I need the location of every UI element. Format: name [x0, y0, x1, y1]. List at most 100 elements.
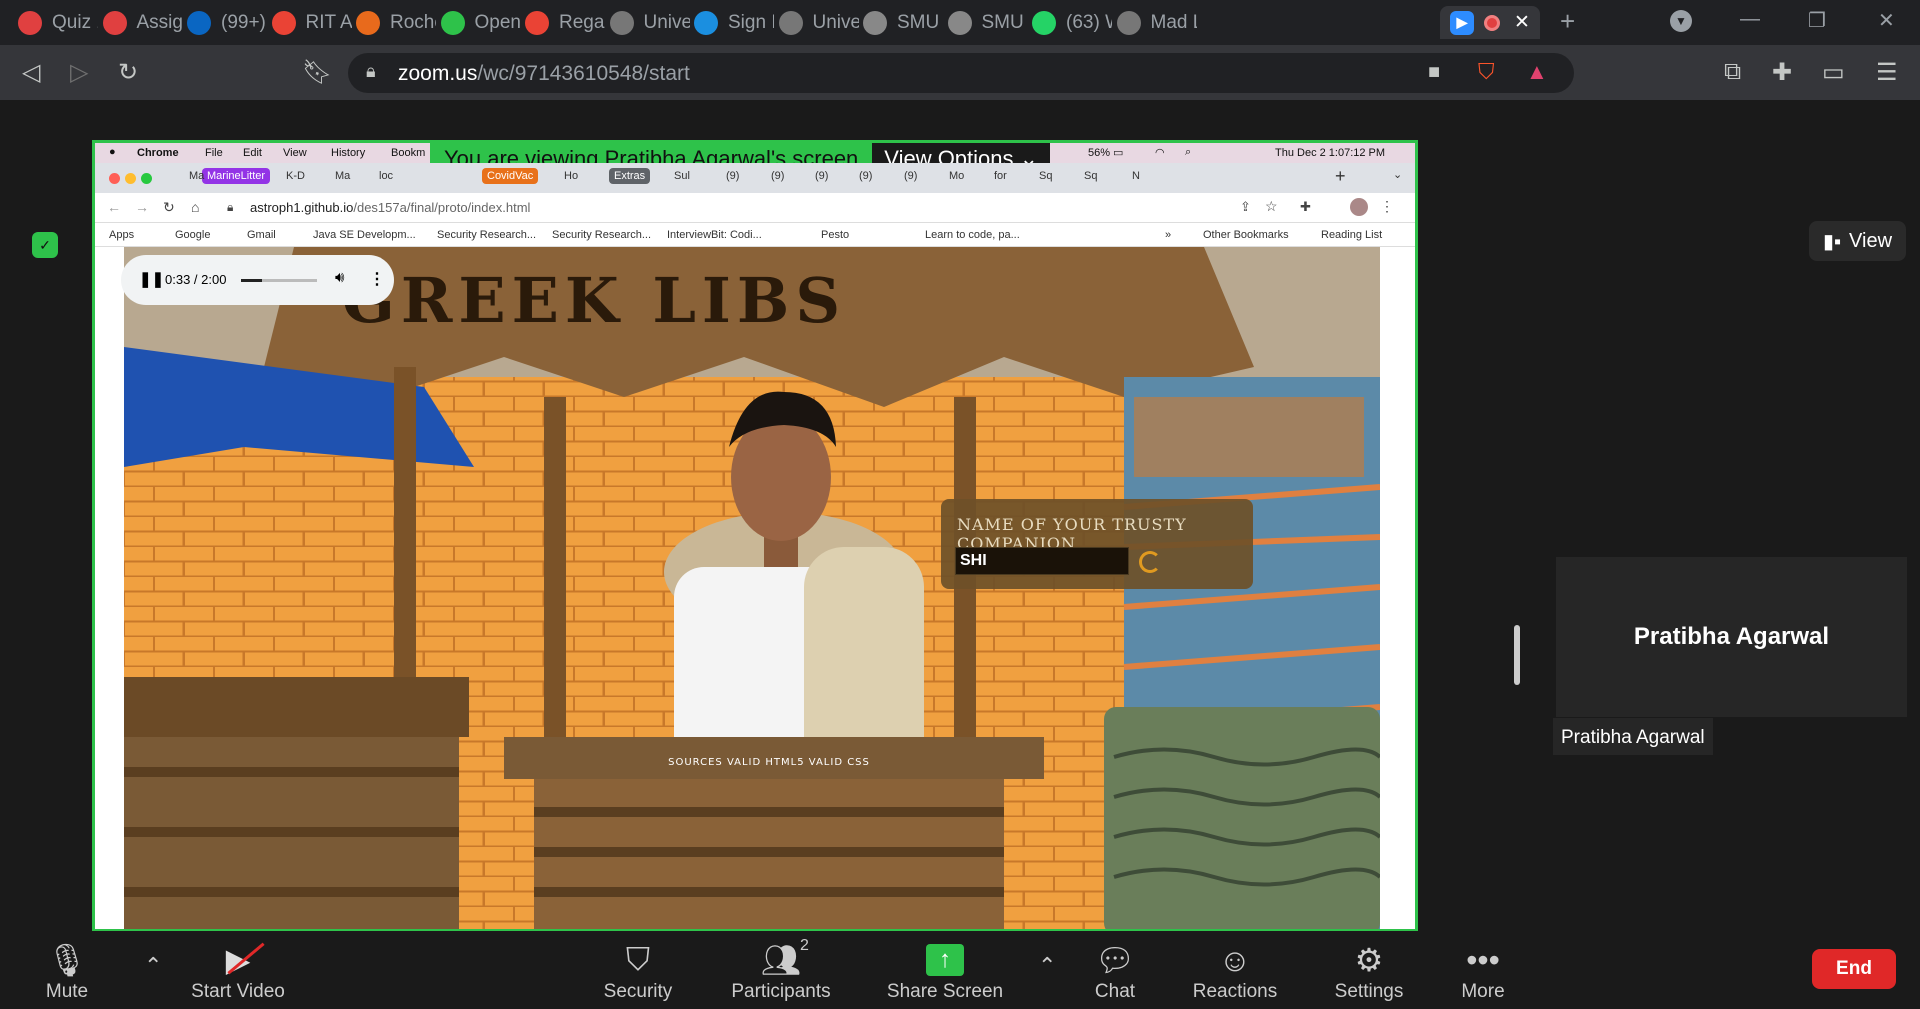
encryption-shield-icon[interactable]: ✓ [32, 232, 58, 258]
chrome-menu-icon[interactable]: ⋮ [1380, 198, 1394, 215]
chrome-tab[interactable]: Sq [1039, 170, 1052, 182]
bookmark-reading-list[interactable]: Reading List [1321, 229, 1382, 241]
reactions-button[interactable]: ☺ Reactions [1170, 939, 1300, 1003]
address-bar[interactable]: 🔒︎ zoom.us/wc/97143610548/start ■ ⛉ ▲ [348, 53, 1574, 93]
chrome-tab[interactable]: Ho [564, 170, 578, 182]
tab-search-icon[interactable]: ▼ [1670, 10, 1692, 32]
bookmark-item[interactable]: Apps [109, 229, 134, 241]
brave-rewards-icon[interactable]: ▲ [1526, 59, 1548, 85]
chrome-tab[interactable]: loc [379, 170, 393, 182]
chrome-forward-icon[interactable]: → [135, 199, 149, 215]
chrome-tab-search-icon[interactable]: ⌄ [1393, 168, 1402, 181]
browser-tab[interactable]: Unive [609, 6, 690, 39]
mute-button[interactable]: 🎙︎ Mute [2, 939, 132, 1003]
browser-tab[interactable]: Sign I [694, 6, 774, 39]
bookmark-item[interactable]: Google [175, 229, 210, 241]
chrome-url[interactable]: astroph1.github.io/des157a/final/proto/i… [250, 200, 530, 215]
puzzle-icon[interactable]: ✚ [1772, 58, 1792, 87]
browser-tab[interactable]: Quiz 1 [18, 6, 98, 39]
audio-seek-bar[interactable] [241, 279, 317, 282]
chrome-tab[interactable]: Sul [674, 170, 690, 182]
end-meeting-button[interactable]: End [1812, 949, 1896, 989]
participant-video-tile[interactable]: Pratibha Agarwal [1556, 557, 1907, 717]
participants-button[interactable]: 👥︎ 2 Participants [716, 937, 846, 1003]
panel-resize-handle[interactable] [1514, 625, 1520, 685]
minimize-icon[interactable]: — [1740, 8, 1760, 31]
bookmark-item[interactable]: Learn to code, pa... [925, 229, 1020, 241]
chrome-tab[interactable]: (9) [771, 170, 784, 182]
chrome-tab-group[interactable]: MarineLitter [202, 168, 271, 184]
browser-tab[interactable]: RIT Ac [271, 6, 352, 39]
chrome-tab-group[interactable]: CovidVac [482, 168, 539, 184]
chrome-tab-group[interactable]: Extras [609, 168, 651, 184]
bookmarks-overflow-icon[interactable]: » [1165, 229, 1171, 241]
more-button[interactable]: ••• More [1418, 939, 1548, 1003]
window-close-icon[interactable]: ✕ [1878, 8, 1895, 33]
chrome-reload-icon[interactable]: ↻ [163, 199, 175, 216]
audio-options-chevron-icon[interactable]: ⌃ [144, 953, 162, 979]
security-button[interactable]: ⛉ Security [573, 939, 703, 1003]
extension-icon[interactable]: ⧉ [1724, 58, 1741, 86]
chrome-profile-avatar[interactable] [1350, 198, 1368, 216]
chrome-tab[interactable]: for [994, 170, 1007, 182]
share-screen-button[interactable]: ↑ Share Screen [880, 939, 1010, 1003]
new-tab-icon[interactable]: + [1560, 6, 1575, 37]
chrome-tab[interactable]: (9) [904, 170, 917, 182]
bookmark-item[interactable]: Pesto [821, 229, 849, 241]
mac-min-dot[interactable] [125, 173, 136, 184]
chrome-home-icon[interactable]: ⌂ [191, 199, 199, 215]
chrome-tab[interactable]: K-D [286, 170, 305, 182]
view-button[interactable]: ▮▪ View [1809, 221, 1906, 261]
bookmark-item[interactable]: Security Research... [552, 229, 651, 241]
browser-tab[interactable]: Mad L [1116, 6, 1197, 39]
chat-button[interactable]: 💬︎ Chat [1050, 939, 1180, 1003]
bookmark-item[interactable]: Gmail [247, 229, 276, 241]
close-tab-icon[interactable]: ✕ [1514, 11, 1530, 34]
browser-tab[interactable]: Assign [102, 6, 183, 39]
chrome-extensions-icon[interactable]: ✚ [1300, 199, 1311, 215]
mac-close-dot[interactable] [109, 173, 120, 184]
chrome-new-tab-icon[interactable]: + [1335, 166, 1346, 187]
back-icon[interactable]: ◁ [22, 58, 40, 87]
bookmark-item[interactable]: Java SE Developm... [313, 229, 416, 241]
chrome-tab[interactable]: (9) [726, 170, 739, 182]
browser-tab[interactable]: (63) W [1032, 6, 1112, 39]
chrome-tab[interactable]: (9) [815, 170, 828, 182]
bookmark-icon[interactable]: 🔖︎ [302, 58, 332, 87]
bookmark-other[interactable]: Other Bookmarks [1203, 229, 1289, 241]
mac-max-dot[interactable] [141, 173, 152, 184]
bookmark-item[interactable]: InterviewBit: Codi... [667, 229, 762, 241]
chrome-back-icon[interactable]: ← [107, 199, 121, 215]
menu-icon[interactable]: ☰ [1876, 58, 1898, 87]
pause-icon[interactable]: ❚❚ [139, 270, 164, 288]
chrome-tab[interactable]: Ma [189, 170, 204, 182]
browser-tab[interactable]: Roche [356, 6, 436, 39]
browser-tab[interactable]: Unive [778, 6, 859, 39]
volume-icon[interactable]: 🔊︎ [335, 269, 344, 286]
browser-tab[interactable]: (99+) [187, 6, 267, 39]
browser-tab[interactable]: Open [440, 6, 521, 39]
bookmark-item[interactable]: Security Research... [437, 229, 536, 241]
brave-icon[interactable]: ⛉ [1478, 59, 1495, 85]
camera-icon[interactable]: ■ [1428, 61, 1440, 84]
audio-menu-icon[interactable]: ⋮ [369, 269, 385, 289]
browser-tab[interactable]: Regar [525, 6, 605, 39]
browser-tab[interactable]: SMU ( [947, 6, 1028, 39]
chrome-tab[interactable]: (9) [859, 170, 872, 182]
share-icon[interactable]: ⇪ [1240, 199, 1251, 215]
chrome-tab[interactable]: Sq [1084, 170, 1097, 182]
browser-tab[interactable]: SMU ( [863, 6, 943, 39]
star-icon[interactable]: ☆ [1265, 198, 1278, 215]
chrome-tab[interactable]: N [1132, 170, 1140, 182]
chat-label: Chat [1094, 981, 1136, 1002]
settings-button[interactable]: ⚙ Settings [1304, 939, 1434, 1003]
chrome-tab[interactable]: Ma [335, 170, 350, 182]
reload-icon[interactable]: ↻ [118, 58, 138, 87]
forward-icon[interactable]: ▷ [70, 58, 88, 87]
start-video-button[interactable]: ▶ Start Video [173, 939, 303, 1003]
tab-zoom[interactable]: ▶ ✕ [1440, 6, 1540, 39]
wallet-icon[interactable]: ▭ [1822, 58, 1845, 87]
companion-name-input[interactable]: SHI [955, 547, 1129, 575]
chrome-tab[interactable]: Mo [949, 170, 964, 182]
restore-icon[interactable]: ❐ [1808, 8, 1826, 33]
